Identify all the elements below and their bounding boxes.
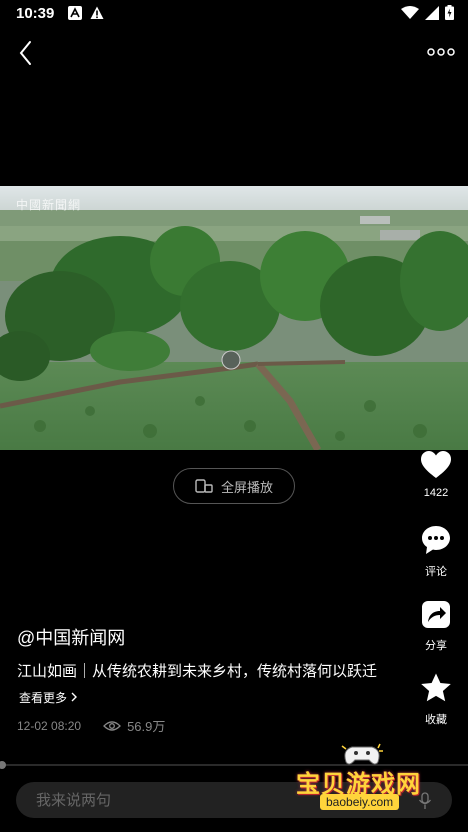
post-meta: 12-02 08:20 56.9万 bbox=[17, 716, 165, 735]
fullscreen-button[interactable]: 全屏播放 bbox=[173, 468, 295, 504]
comment-button[interactable]: 评论 bbox=[412, 524, 460, 579]
comment-icon bbox=[422, 526, 450, 554]
share-icon bbox=[422, 601, 450, 628]
video-frame-image bbox=[0, 186, 468, 450]
more-options-button[interactable] bbox=[426, 42, 456, 62]
warning-icon bbox=[90, 6, 104, 19]
collect-button[interactable]: 收藏 bbox=[412, 672, 460, 727]
comment-label: 评论 bbox=[425, 566, 447, 578]
heart-icon bbox=[421, 451, 451, 478]
like-button[interactable]: 1422 bbox=[412, 450, 460, 499]
video-player[interactable]: 中國新聞網 bbox=[0, 186, 468, 450]
star-icon bbox=[421, 673, 451, 702]
back-button[interactable] bbox=[12, 38, 40, 68]
site-watermark-url: baobeiy.com bbox=[320, 794, 400, 810]
view-count-value: 56.9万 bbox=[127, 719, 166, 734]
see-more-label: 查看更多 bbox=[19, 690, 68, 705]
collect-label: 收藏 bbox=[425, 714, 447, 726]
site-watermark: 宝贝游戏网 baobeiy.com bbox=[292, 742, 438, 820]
post-date: 12-02 08:20 bbox=[17, 718, 82, 733]
font-notification-icon bbox=[68, 6, 82, 20]
battery-charging-icon bbox=[445, 5, 454, 20]
like-count: 1422 bbox=[423, 487, 449, 499]
view-count: 56.9万 bbox=[103, 716, 165, 735]
see-more-button[interactable]: 查看更多 bbox=[17, 687, 84, 707]
share-label: 分享 bbox=[425, 640, 447, 652]
wifi-icon bbox=[401, 5, 419, 19]
progress-thumb[interactable] bbox=[0, 761, 6, 769]
author-name[interactable]: @中国新闻网 bbox=[17, 624, 125, 650]
post-title: 江山如画｜从传统农耕到未来乡村，传统村落何以跃迁 bbox=[17, 663, 378, 680]
fullscreen-icon bbox=[195, 479, 213, 493]
chevron-right-icon bbox=[71, 692, 78, 702]
status-time: 10:39 bbox=[16, 5, 55, 22]
video-watermark: 中國新聞網 bbox=[16, 198, 82, 212]
cellular-signal-icon bbox=[425, 5, 439, 20]
eye-icon bbox=[103, 720, 121, 731]
status-bar: 10:39 bbox=[0, 0, 468, 28]
share-button[interactable]: 分享 bbox=[412, 598, 460, 653]
fullscreen-label: 全屏播放 bbox=[220, 479, 273, 495]
